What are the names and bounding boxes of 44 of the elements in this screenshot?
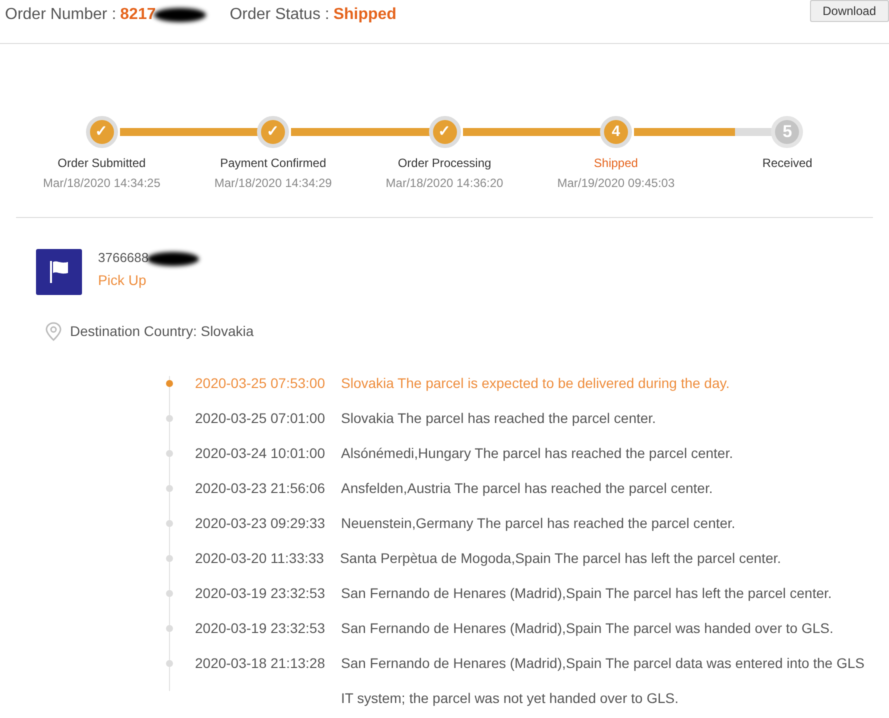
destination-country: Destination Country: Slovakia — [70, 322, 254, 341]
order-status-label: Order Status : — [230, 4, 330, 24]
event-message: Slovakia The parcel has reached the parcel center. — [341, 409, 656, 428]
event-time: 2020-03-23 09:29:33 — [195, 514, 325, 533]
order-status: Shipped — [333, 4, 396, 24]
step-marker: ✓ — [428, 116, 461, 148]
event-message: Santa Perpètua de Mogoda,Spain The parcel has left the parcel center. — [340, 549, 782, 568]
flag-icon — [36, 249, 82, 295]
step-label: Shipped — [592, 156, 639, 171]
step-marker: 5 — [771, 116, 804, 148]
step-time: Mar/18/2020 14:36:20 — [384, 176, 504, 191]
event-message: Ansfelden,Austria The parcel has reached the parcel center. — [341, 479, 713, 498]
tracking-number: 3766688 — [98, 250, 149, 265]
order-number: 8217 — [120, 4, 156, 24]
event-time: 2020-03-19 23:32:53 — [195, 619, 325, 638]
order-number-label: Order Number : — [5, 4, 116, 24]
event-message: Alsónémedi,Hungary The parcel has reached the parcel center. — [341, 444, 733, 463]
event-message: San Fernando de Henares (Madrid),Spain The parcel has left the parcel center. — [341, 584, 832, 603]
location-pin-icon — [45, 322, 62, 341]
step-time: Mar/18/2020 14:34:29 — [213, 176, 333, 191]
event-time: 2020-03-20 11:33:33 — [195, 549, 324, 568]
step-time: Mar/18/2020 14:34:25 — [42, 176, 162, 191]
event-time: 2020-03-18 21:13:28 — [195, 654, 325, 673]
redaction-mark — [146, 252, 199, 266]
event-time: 2020-03-25 07:01:00 — [195, 409, 325, 428]
step-label: Order Processing — [396, 156, 492, 171]
event-time: 2020-03-19 23:32:53 — [195, 584, 325, 603]
event-time: 2020-03-23 21:56:06 — [195, 479, 325, 498]
step-label: Received — [761, 156, 814, 171]
event-message: Slovakia The parcel is expected to be delivered during the day. — [341, 374, 730, 393]
step-label: Payment Confirmed — [219, 156, 328, 171]
download-button[interactable]: Download — [810, 0, 889, 22]
redaction-mark — [154, 8, 206, 22]
event-message: Neuenstein,Germany The parcel has reached the parcel center. — [341, 514, 736, 533]
event-time: 2020-03-24 10:01:00 — [195, 444, 325, 463]
carrier-name: Pick Up — [98, 271, 148, 290]
step-label: Order Submitted — [56, 156, 147, 171]
event-time: 2020-03-25 07:53:00 — [195, 374, 325, 393]
step-time: Mar/19/2020 09:45:03 — [556, 176, 676, 191]
step-marker: ✓ — [86, 116, 118, 148]
step-marker: ✓ — [257, 116, 290, 148]
event-message: San Fernando de Henares (Madrid),Spain The parcel was handed over to GLS. — [341, 619, 834, 638]
step-marker: 4 — [600, 116, 632, 148]
event-message: San Fernando de Henares (Madrid),Spain The parcel data was entered into the GLS IT system; the parcel was not yet handed over to GLS. — [341, 654, 866, 708]
